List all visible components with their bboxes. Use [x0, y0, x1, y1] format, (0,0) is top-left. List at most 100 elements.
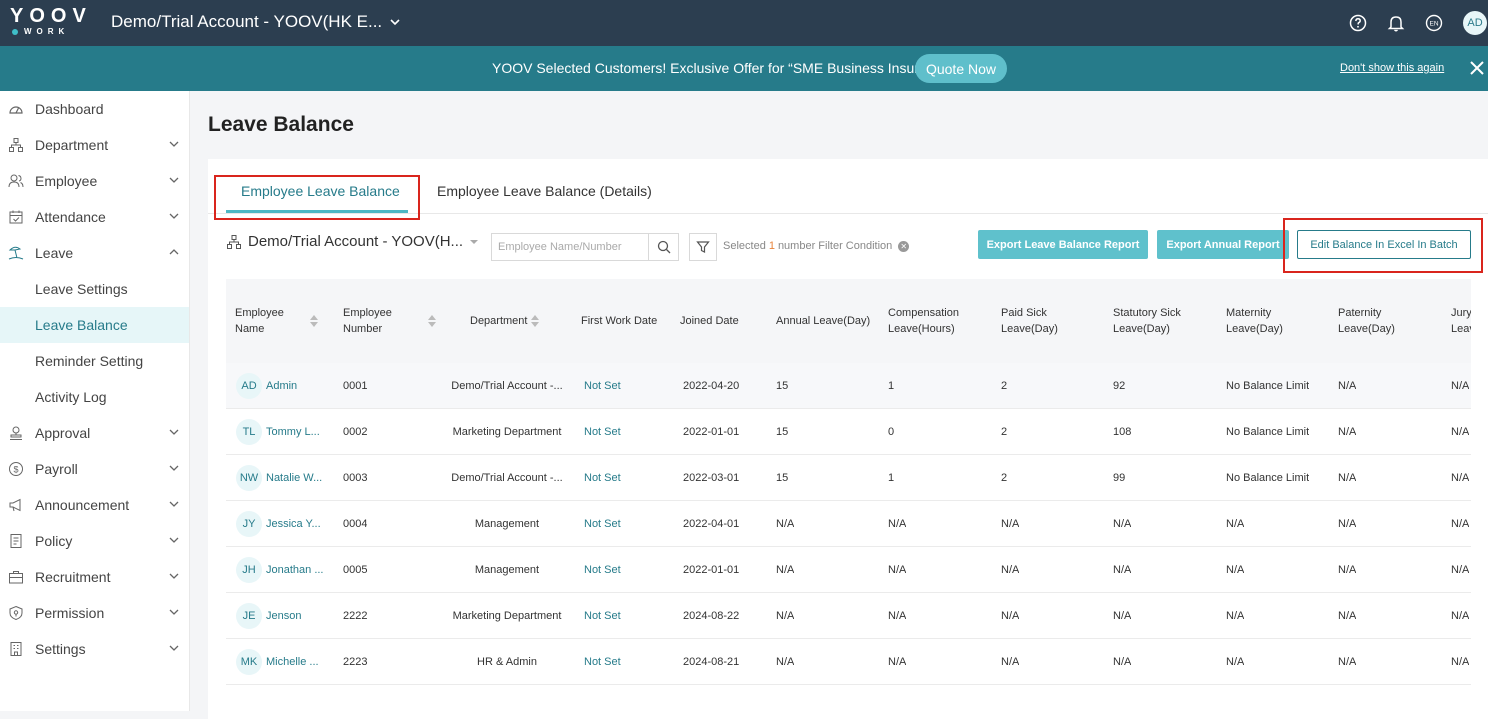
employee-name-link[interactable]: Jenson	[266, 610, 301, 622]
cell-jury-leave: N/A	[1451, 363, 1469, 409]
search-icon[interactable]	[648, 234, 678, 260]
sidebar-item-policy[interactable]: Policy	[0, 523, 189, 559]
sidebar-item-employee[interactable]: Employee	[0, 163, 189, 199]
column-header-employee-number[interactable]: Employee Number	[343, 279, 443, 363]
column-header-department[interactable]: Department	[470, 279, 580, 363]
filter-icon[interactable]	[689, 233, 717, 261]
sidebar: Dashboard Department Employee Attendance…	[0, 91, 190, 711]
cell-first-work-date-value[interactable]: Not Set	[584, 472, 621, 484]
department-selector[interactable]: Demo/Trial Account - YOOV(H...	[226, 233, 481, 250]
help-icon[interactable]	[1347, 12, 1369, 34]
sidebar-subitem-leave-balance[interactable]: Leave Balance	[0, 307, 189, 343]
cell-maternity-leave: N/A	[1226, 639, 1244, 685]
highlight-box-edit-batch	[1283, 218, 1483, 273]
sidebar-item-dashboard[interactable]: Dashboard	[0, 91, 189, 127]
sort-icon[interactable]	[427, 315, 436, 327]
sort-icon[interactable]	[531, 315, 540, 327]
cell-first-work-date[interactable]: Not Set	[584, 409, 621, 455]
sidebar-subitem-leave-settings[interactable]: Leave Settings	[0, 271, 189, 307]
user-avatar[interactable]: AD	[1463, 11, 1487, 35]
cell-paid-sick-leave-value: 2	[1001, 472, 1008, 484]
cell-first-work-date-value[interactable]: Not Set	[584, 380, 621, 392]
column-header-maternity-leave: Maternity Leave(Day)	[1226, 279, 1326, 363]
cell-first-work-date-value[interactable]: Not Set	[584, 518, 621, 530]
cell-annual-leave: N/A	[776, 593, 794, 639]
cell-department: Marketing Department	[451, 593, 563, 639]
table-row[interactable]: JH Jonathan ... 0005 Management Not Set 2022-…	[226, 547, 1471, 593]
page-title: Leave Balance	[208, 113, 354, 136]
cell-joined-date-value: 2022-01-01	[683, 426, 740, 438]
permission-icon	[7, 604, 25, 622]
cell-first-work-date[interactable]: Not Set	[584, 593, 621, 639]
announcement-icon	[7, 496, 25, 514]
employee-avatar: AD	[236, 373, 262, 399]
employee-name-link[interactable]: Admin	[266, 380, 297, 392]
sidebar-item-department[interactable]: Department	[0, 127, 189, 163]
sidebar-item-recruitment[interactable]: Recruitment	[0, 559, 189, 595]
sort-icon[interactable]	[309, 315, 318, 327]
header-label: Annual Leave(Day)	[776, 315, 871, 327]
quote-now-button[interactable]: Quote Now	[915, 54, 1007, 83]
cell-employee-number: 0001	[343, 363, 367, 409]
employee-name-link[interactable]: Tommy L...	[266, 426, 320, 438]
export-leave-balance-report-button[interactable]: Export Leave Balance Report	[978, 230, 1148, 259]
cell-joined-date-value: 2024-08-21	[683, 656, 740, 668]
cell-first-work-date[interactable]: Not Set	[584, 363, 621, 409]
table-row[interactable]: JE Jenson 2222 Marketing Department Not Set 2…	[226, 593, 1471, 639]
cell-employee-number: 2223	[343, 639, 367, 685]
filter-summary-count: 1	[768, 240, 775, 252]
table-row[interactable]: JY Jessica Y... 0004 Management Not Set 2022-…	[226, 501, 1471, 547]
cell-compensation-leave: N/A	[888, 547, 906, 593]
notification-bell-icon[interactable]	[1385, 12, 1407, 34]
cell-department-value: Management	[474, 518, 540, 530]
cell-first-work-date-value[interactable]: Not Set	[584, 426, 621, 438]
cell-first-work-date[interactable]: Not Set	[584, 501, 621, 547]
sidebar-item-leave[interactable]: Leave	[0, 235, 189, 271]
cell-first-work-date[interactable]: Not Set	[584, 455, 621, 501]
filter-condition-summary: Selected 1 number Filter Condition ✕	[723, 240, 910, 252]
column-header-employee-name[interactable]: Employee Name	[235, 279, 335, 363]
sidebar-item-settings[interactable]: Settings	[0, 631, 189, 667]
cell-first-work-date-value[interactable]: Not Set	[584, 656, 621, 668]
cell-statutory-sick-leave: 99	[1113, 455, 1125, 501]
table-row[interactable]: TL Tommy L... 0002 Marketing Department Not …	[226, 409, 1471, 455]
language-switch-icon[interactable]: EN	[1423, 12, 1445, 34]
sidebar-item-permission[interactable]: Permission	[0, 595, 189, 631]
filter-summary-suffix: number Filter Condition	[777, 240, 893, 252]
sidebar-item-attendance[interactable]: Attendance	[0, 199, 189, 235]
table-row[interactable]: MK Michelle ... 2223 HR & Admin Not Set 2024-…	[226, 639, 1471, 685]
clear-filter-icon[interactable]: ✕	[898, 240, 910, 252]
sidebar-subitem-reminder-setting[interactable]: Reminder Setting	[0, 343, 189, 379]
cell-first-work-date-value[interactable]: Not Set	[584, 610, 621, 622]
cell-first-work-date[interactable]: Not Set	[584, 639, 621, 685]
header-label: Statutory Sick Leave(Day)	[1113, 307, 1181, 335]
cell-first-work-date-value[interactable]: Not Set	[584, 564, 621, 576]
account-switcher[interactable]: Demo/Trial Account - YOOV(HK E...	[111, 12, 400, 32]
export-annual-report-button[interactable]: Export Annual Report	[1157, 230, 1289, 259]
leave-balance-table: Employee Name Employee Number Department…	[226, 279, 1471, 687]
cell-paid-sick-leave-value: 2	[1001, 380, 1008, 392]
cell-jury-leave: N/A	[1451, 639, 1469, 685]
table-row[interactable]: NW Natalie W... 0003 Demo/Trial Account -..…	[226, 455, 1471, 501]
cell-employee-number-value: 2222	[343, 610, 368, 622]
employee-search-input[interactable]	[492, 234, 649, 260]
sidebar-subitem-activity-log[interactable]: Activity Log	[0, 379, 189, 415]
sidebar-item-approval[interactable]: Approval	[0, 415, 189, 451]
close-icon[interactable]	[1468, 59, 1486, 77]
cell-compensation-leave-value: N/A	[888, 518, 907, 530]
sidebar-item-payroll[interactable]: $ Payroll	[0, 451, 189, 487]
sidebar-item-announcement[interactable]: Announcement	[0, 487, 189, 523]
cell-joined-date-value: 2022-04-01	[683, 518, 740, 530]
employee-name-link[interactable]: Natalie W...	[266, 472, 322, 484]
payroll-icon: $	[7, 460, 25, 478]
table-row[interactable]: AD Admin 0001 Demo/Trial Account -... Not Se…	[226, 363, 1471, 409]
dont-show-again-link[interactable]: Don't show this again	[1340, 62, 1444, 74]
employee-name-link[interactable]: Michelle ...	[266, 656, 319, 668]
employee-name-link[interactable]: Jessica Y...	[266, 518, 321, 530]
employee-name-link[interactable]: Jonathan ...	[266, 564, 324, 576]
logo-subtext: WORK	[24, 27, 70, 36]
tab-employee-leave-balance-details[interactable]: Employee Leave Balance (Details)	[437, 183, 652, 199]
cell-joined-date-value: 2022-04-20	[683, 380, 740, 392]
cell-first-work-date[interactable]: Not Set	[584, 547, 621, 593]
yoov-work-logo[interactable]: YOOV WORK	[10, 6, 86, 40]
